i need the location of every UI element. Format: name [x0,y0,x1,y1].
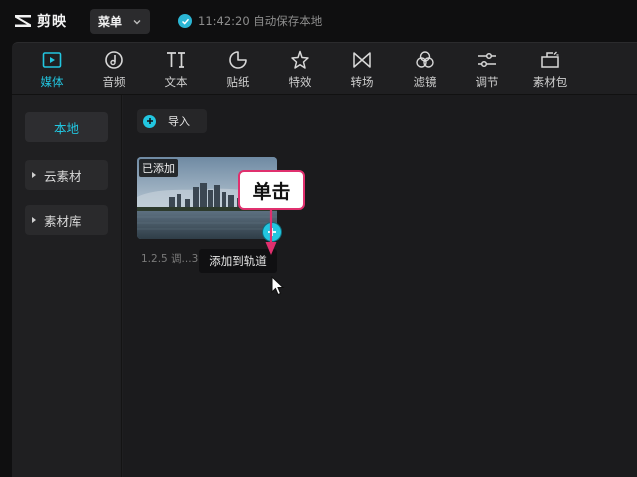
capcut-logo-icon [15,15,31,27]
autosave-status: 11:42:20 自动保存本地 [178,13,322,29]
sidebar-item-label: 云素材 [44,168,82,184]
media-content: 导入 已添加 1.2.5 调...3 添加到轨道 单击 [123,95,637,477]
tab-adjust[interactable]: 调节 [462,47,512,93]
transition-icon [353,52,371,68]
tab-label: 媒体 [40,75,64,89]
tab-transition[interactable]: 转场 [337,47,387,93]
tab-text[interactable]: 文本 [151,47,201,93]
tooltip-text: 添加到轨道 [209,254,267,268]
media-icon [42,52,62,68]
tab-label: 文本 [164,75,188,89]
sidebar-item-library[interactable]: 素材库 [25,205,108,235]
mouse-cursor-icon [271,276,285,296]
app-window: 剪映 菜单 11:42:20 自动保存本地 媒体 音频 文本 贴纸 特效 转场 … [0,0,637,477]
tab-label: 转场 [350,75,374,89]
tab-filter[interactable]: 滤镜 [400,47,450,93]
import-button[interactable]: 导入 [137,109,207,133]
tab-label: 特效 [288,75,312,89]
clip-meta: 1.2.5 调...3 [141,253,199,265]
tab-label: 素材包 [532,75,568,89]
effects-icon [291,50,309,69]
tab-audio[interactable]: 音频 [89,47,139,93]
menu-label: 菜单 [98,15,123,29]
adjust-icon [478,52,496,68]
sidebar-item-label: 本地 [53,120,79,136]
sticker-icon [229,51,247,69]
tab-effects[interactable]: 特效 [275,47,325,93]
media-sidebar: 本地 云素材 素材库 [12,95,122,477]
click-callout: 单击 [238,170,305,210]
import-label: 导入 [168,115,190,128]
menu-button[interactable]: 菜单 [90,9,150,34]
filter-icon [416,51,434,68]
app-name: 剪映 [37,14,67,30]
tab-package[interactable]: 素材包 [525,47,575,93]
tab-label: 滤镜 [413,75,437,89]
media-panel: 媒体 音频 文本 贴纸 特效 转场 滤镜 调节 素材包 本地 云素材 素材库 导… [12,42,637,477]
plus-icon [143,114,156,128]
sidebar-item-local[interactable]: 本地 [25,112,108,142]
callout-arrow-icon [265,210,277,255]
tab-media[interactable]: 媒体 [27,47,77,93]
tab-label: 贴纸 [226,75,250,89]
caret-right-icon [32,217,36,223]
tab-label: 调节 [475,75,499,89]
tab-sticker[interactable]: 贴纸 [213,47,263,93]
title-bar: 剪映 菜单 11:42:20 自动保存本地 [0,0,637,42]
app-logo: 剪映 [13,11,67,31]
added-badge: 已添加 [139,159,178,177]
sidebar-item-label: 素材库 [44,213,82,229]
tab-label: 音频 [102,75,126,89]
callout-text: 单击 [252,180,291,203]
text-icon [167,52,185,68]
tool-tabs: 媒体 音频 文本 贴纸 特效 转场 滤镜 调节 素材包 [12,43,637,95]
package-icon [541,51,559,68]
caret-right-icon [32,172,36,178]
chevron-down-icon [133,19,141,24]
audio-icon [105,51,123,69]
check-icon [178,14,192,28]
sidebar-item-cloud[interactable]: 云素材 [25,160,108,190]
autosave-text: 11:42:20 自动保存本地 [198,14,323,28]
